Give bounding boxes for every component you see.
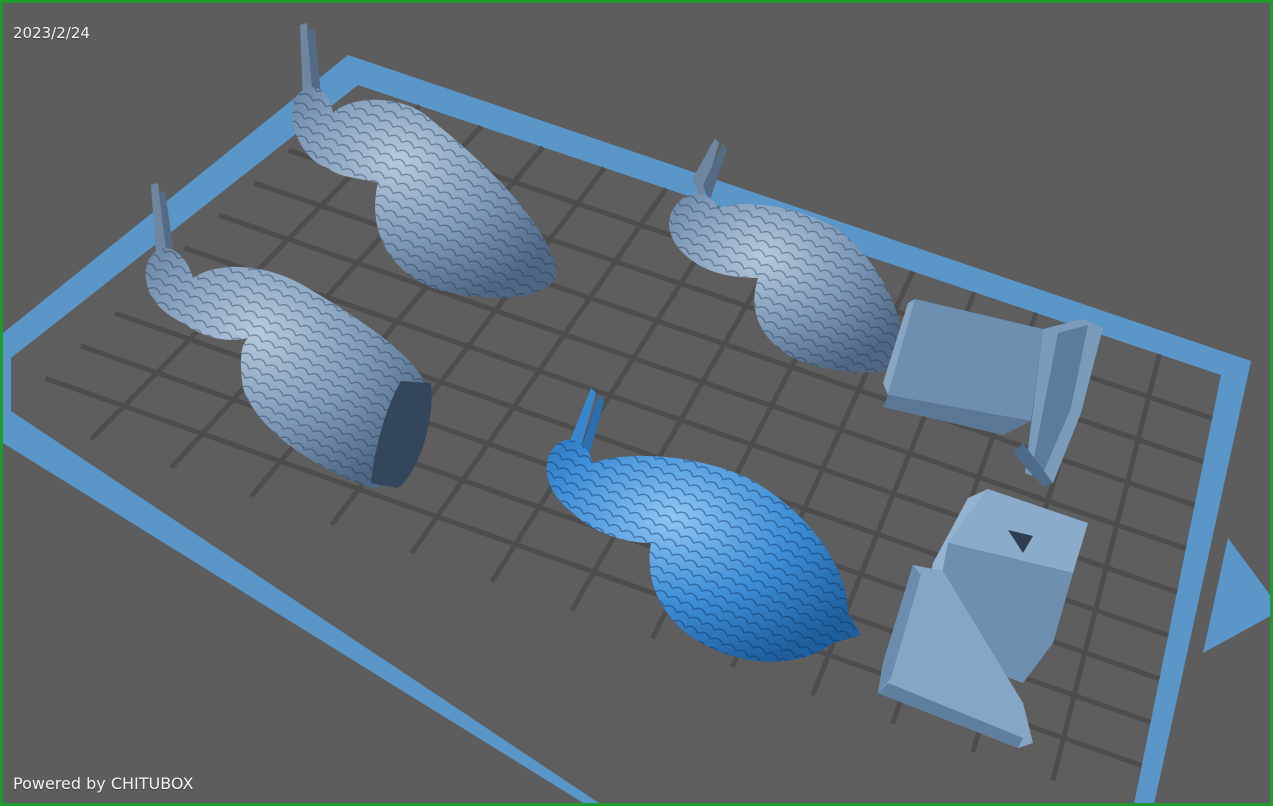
powered-by-label: Powered by CHITUBOX: [13, 774, 194, 793]
build-plate: [3, 55, 1270, 803]
date-label: 2023/2/24: [13, 24, 90, 42]
3d-viewport[interactable]: 2023/2/24 Powered by CHITUBOX: [0, 0, 1273, 806]
build-plate-scene[interactable]: [3, 3, 1273, 806]
